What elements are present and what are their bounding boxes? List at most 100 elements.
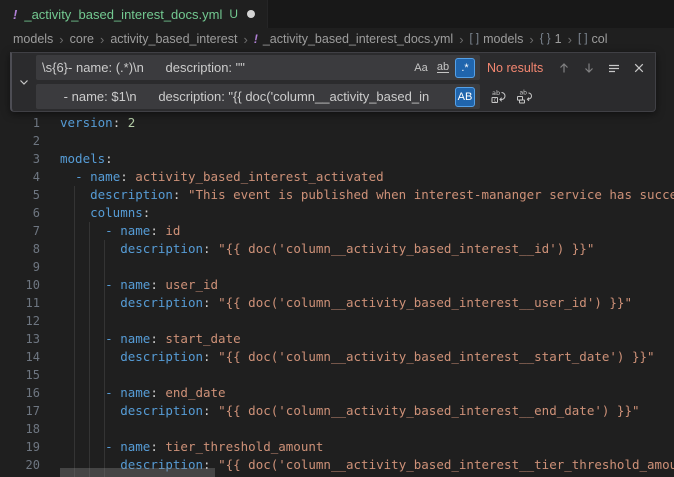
code-line[interactable] [60, 258, 674, 276]
code-token: : [203, 295, 211, 310]
find-results-count: No results [487, 61, 543, 75]
find-in-selection-icon[interactable] [606, 60, 622, 76]
whole-word-toggle[interactable]: ab [433, 58, 453, 78]
next-match-button[interactable] [581, 60, 597, 76]
code-token: "{{ doc('column__activity_based_interest… [211, 403, 640, 418]
regex-toggle[interactable]: .* [455, 58, 475, 78]
line-number[interactable]: 20 [0, 456, 40, 474]
code-token [60, 223, 105, 238]
line-number[interactable]: 11 [0, 294, 40, 312]
code-line[interactable] [60, 132, 674, 150]
git-status-badge: U [229, 7, 238, 21]
code-line[interactable] [60, 366, 674, 384]
line-number[interactable]: 16 [0, 384, 40, 402]
line-number[interactable]: 9 [0, 258, 40, 276]
preserve-case-toggle-label: AB [458, 91, 473, 103]
breadcrumb-item--activity-based-interest-docs-yml[interactable]: !_activity_based_interest_docs.yml [254, 32, 453, 46]
line-number[interactable]: 4 [0, 168, 40, 186]
find-input-value[interactable]: \s{6}- name: (.*)\n description: "" [36, 60, 411, 75]
breadcrumb-separator-icon: › [459, 32, 463, 47]
find-input[interactable]: \s{6}- name: (.*)\n description: "" Aaab… [36, 55, 480, 80]
line-number[interactable]: 17 [0, 402, 40, 420]
code-line[interactable]: description: "{{ doc('column__activity_b… [60, 348, 674, 366]
yaml-file-icon: ! [254, 32, 258, 46]
code-line[interactable]: models: [60, 150, 674, 168]
line-number[interactable]: 8 [0, 240, 40, 258]
line-number[interactable]: 15 [0, 366, 40, 384]
breadcrumb-item-col[interactable]: [ ]col [578, 32, 608, 46]
code-line[interactable]: - name: start_date [60, 330, 674, 348]
code-line[interactable]: - name: activity_based_interest_activate… [60, 168, 674, 186]
code-token: : [150, 331, 158, 346]
code-token: "This event is published when interest-m… [180, 187, 674, 202]
yaml-file-icon: ! [13, 7, 17, 22]
code-editor[interactable]: 1234567891011121314151617181920 version:… [0, 50, 674, 477]
code-line[interactable]: - name: id [60, 222, 674, 240]
breadcrumb-item-core[interactable]: core [70, 32, 94, 46]
code-token: activity_based_interest_activated [128, 169, 384, 184]
close-icon[interactable] [631, 60, 647, 76]
replace-input-value[interactable]: - name: $1\n description: "{{ doc('colum… [36, 89, 455, 104]
match-case-toggle-label: Aa [414, 62, 427, 74]
replace-icon[interactable]: ab c [490, 89, 506, 105]
breadcrumb-separator-icon: › [529, 32, 533, 47]
replace-input[interactable]: - name: $1\n description: "{{ doc('colum… [36, 84, 480, 109]
line-number[interactable]: 2 [0, 132, 40, 150]
modified-dot-icon[interactable] [247, 10, 255, 18]
line-number[interactable]: 13 [0, 330, 40, 348]
editor-tab[interactable]: ! _activity_based_interest_docs.yml U [0, 0, 268, 28]
code-token: models [60, 151, 105, 166]
code-line[interactable]: description: "{{ doc('column__activity_b… [60, 402, 674, 420]
code-line[interactable]: - name: end_date [60, 384, 674, 402]
replace-all-icon[interactable]: ab [516, 89, 532, 105]
breadcrumb-label: activity_based_interest [110, 32, 237, 46]
symbol-kind-icon: [ ] [470, 33, 480, 45]
line-number[interactable]: 1 [0, 114, 40, 132]
find-row: \s{6}- name: (.*)\n description: "" Aaab… [36, 55, 649, 80]
line-number[interactable]: 18 [0, 420, 40, 438]
code-token: : [150, 223, 158, 238]
code-line[interactable]: description: "{{ doc('column__activity_b… [60, 294, 674, 312]
code-token: : [203, 349, 211, 364]
symbol-kind-icon: [ ] [578, 33, 588, 45]
previous-match-button[interactable] [556, 60, 572, 76]
line-number[interactable]: 14 [0, 348, 40, 366]
code-line[interactable]: columns: [60, 204, 674, 222]
preserve-case-toggle[interactable]: AB [455, 87, 475, 107]
horizontal-scrollbar[interactable] [60, 468, 215, 477]
code-token [60, 295, 120, 310]
line-number[interactable]: 6 [0, 204, 40, 222]
code-line[interactable]: description: "{{ doc('column__activity_b… [60, 240, 674, 258]
code-line[interactable] [60, 312, 674, 330]
code-token: - name [75, 169, 120, 184]
code-token [60, 241, 120, 256]
line-number[interactable]: 3 [0, 150, 40, 168]
code-line[interactable]: - name: user_id [60, 276, 674, 294]
code-line[interactable]: - name: tier_threshold_amount [60, 438, 674, 456]
code-token: description [120, 241, 203, 256]
line-number[interactable]: 10 [0, 276, 40, 294]
line-number[interactable]: 19 [0, 438, 40, 456]
code-line[interactable]: version: 2 [60, 114, 674, 132]
breadcrumb-item-activity-based-interest[interactable]: activity_based_interest [110, 32, 237, 46]
code-line[interactable]: description: "This event is published wh… [60, 186, 674, 204]
line-number[interactable]: 12 [0, 312, 40, 330]
line-number[interactable]: 7 [0, 222, 40, 240]
breadcrumb-item-1[interactable]: { }1 [540, 32, 562, 46]
code-token [60, 349, 120, 364]
code-token: - name [105, 439, 150, 454]
code-line[interactable] [60, 420, 674, 438]
breadcrumb-separator-icon: › [568, 32, 572, 47]
breadcrumb-label: core [70, 32, 94, 46]
match-case-toggle[interactable]: Aa [411, 58, 431, 78]
code-token [60, 403, 120, 418]
code-area[interactable]: version: 2 models: - name: activity_based… [60, 114, 674, 477]
breadcrumb-item-models[interactable]: [ ]models [470, 32, 524, 46]
breadcrumb-item-models[interactable]: models [13, 32, 53, 46]
code-token: start_date [158, 331, 241, 346]
code-token: - name [105, 385, 150, 400]
breadcrumb-separator-icon: › [243, 32, 247, 47]
indent-guide [104, 240, 105, 477]
line-number[interactable]: 5 [0, 186, 40, 204]
toggle-replace-button[interactable] [12, 53, 36, 111]
